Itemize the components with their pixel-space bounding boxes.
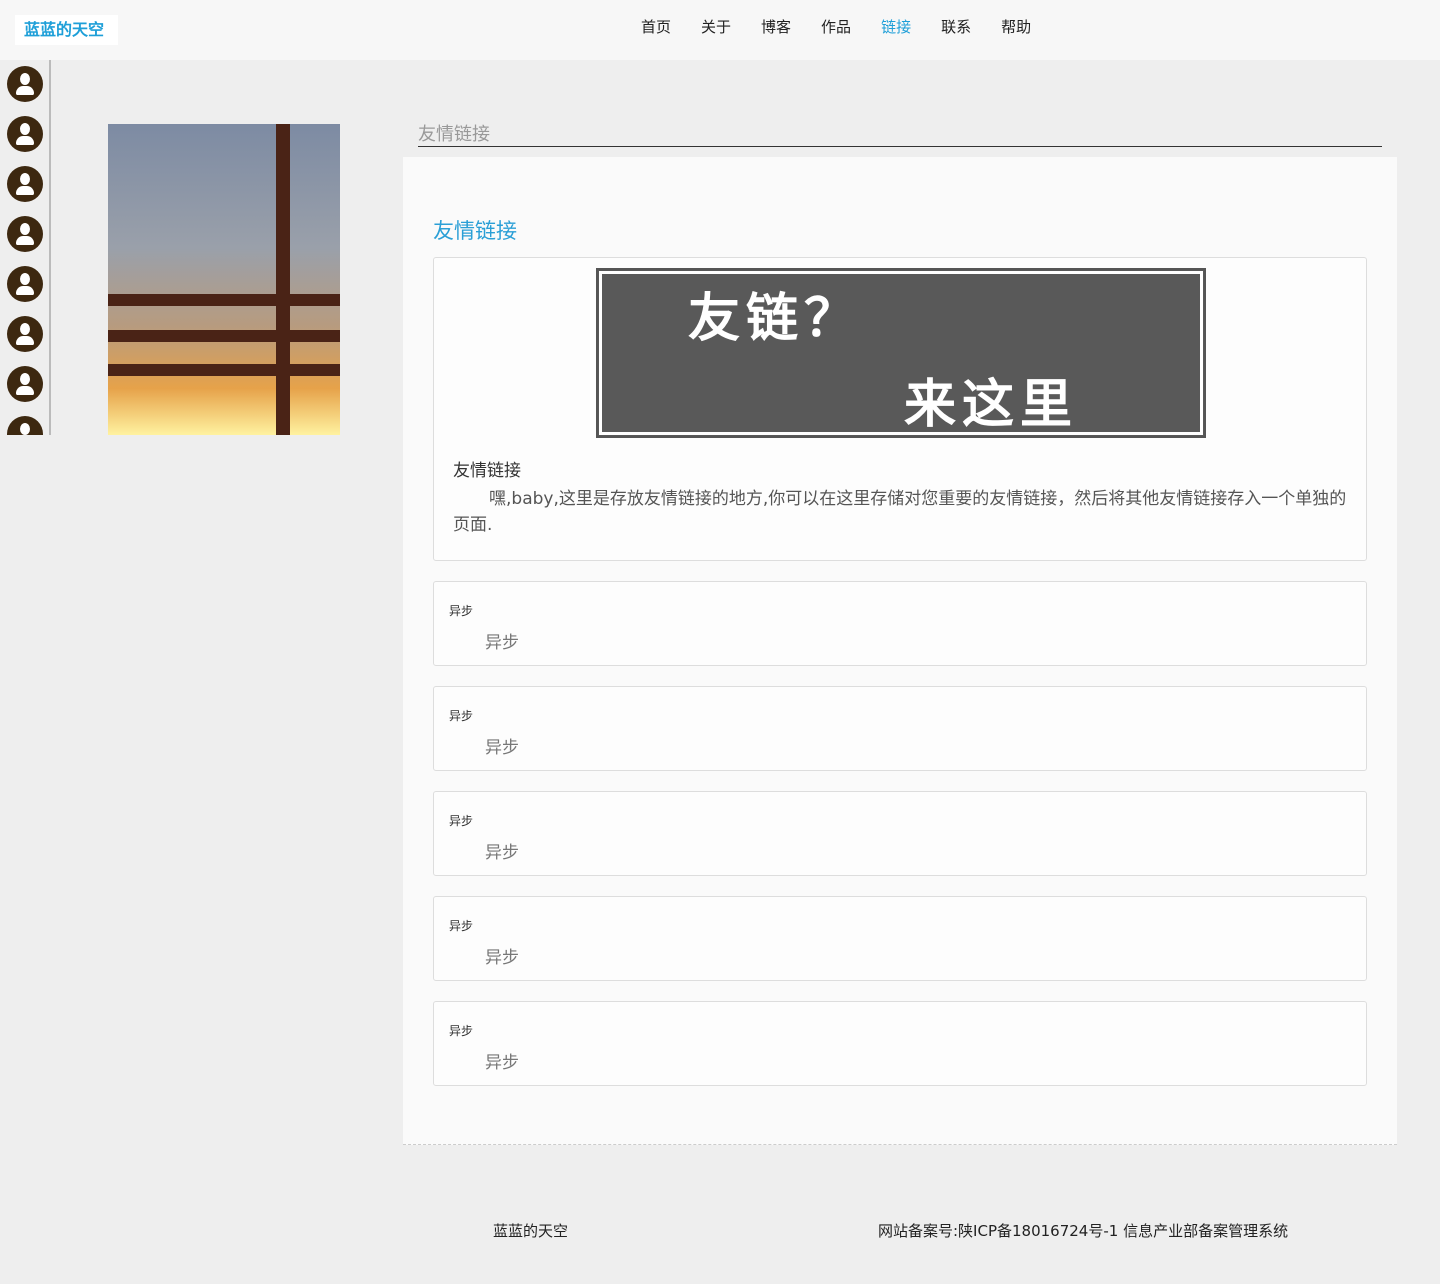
avatar[interactable] <box>7 416 43 435</box>
site-logo[interactable]: 蓝蓝的天空 <box>15 15 118 45</box>
nav-menu: 首页 关于 博客 作品 链接 联系 帮助 <box>641 16 1031 37</box>
intro-card: 友链？ 来这里 友情链接 嘿,baby,这里是存放友情链接的地方,你可以在这里存… <box>433 257 1367 561</box>
avatar[interactable] <box>7 116 43 152</box>
nav-blog[interactable]: 博客 <box>761 16 791 37</box>
nav-contact[interactable]: 联系 <box>941 16 971 37</box>
link-item[interactable]: 异步 异步 <box>433 896 1367 981</box>
section-title: 友情链接 <box>418 120 1382 147</box>
avatar[interactable] <box>7 366 43 402</box>
avatar[interactable] <box>7 66 43 102</box>
link-item[interactable]: 异步 异步 <box>433 1001 1367 1086</box>
nav-about[interactable]: 关于 <box>701 16 731 37</box>
nav-works[interactable]: 作品 <box>821 16 851 37</box>
nav-home[interactable]: 首页 <box>641 16 671 37</box>
panel-heading: 友情链接 <box>433 219 517 243</box>
avatar[interactable] <box>7 316 43 352</box>
footer-icp[interactable]: 网站备案号:陕ICP备18016724号-1 信息产业部备案管理系统 <box>878 1220 1288 1241</box>
profile-photo <box>108 124 340 435</box>
content-panel: 友情链接 友链？ 来这里 友情链接 嘿,baby,这里是存放友情链接的地方,你可… <box>403 157 1397 1145</box>
card-description: 嘿,baby,这里是存放友情链接的地方,你可以在这里存储对您重要的友情链接，然后… <box>453 489 1347 535</box>
card-title: 友情链接 <box>453 461 521 481</box>
link-item[interactable]: 异步 异步 <box>433 581 1367 666</box>
banner-image: 友链？ 来这里 <box>596 268 1206 438</box>
avatar[interactable] <box>7 266 43 302</box>
nav-links[interactable]: 链接 <box>881 16 911 37</box>
avatar-strip <box>0 60 51 435</box>
avatar[interactable] <box>7 216 43 252</box>
footer-site-name: 蓝蓝的天空 <box>493 1222 569 1240</box>
nav-help[interactable]: 帮助 <box>1001 16 1031 37</box>
link-item[interactable]: 异步 异步 <box>433 686 1367 771</box>
top-nav: 蓝蓝的天空 首页 关于 博客 作品 链接 联系 帮助 <box>0 0 1440 60</box>
link-item[interactable]: 异步 异步 <box>433 791 1367 876</box>
avatar[interactable] <box>7 166 43 202</box>
